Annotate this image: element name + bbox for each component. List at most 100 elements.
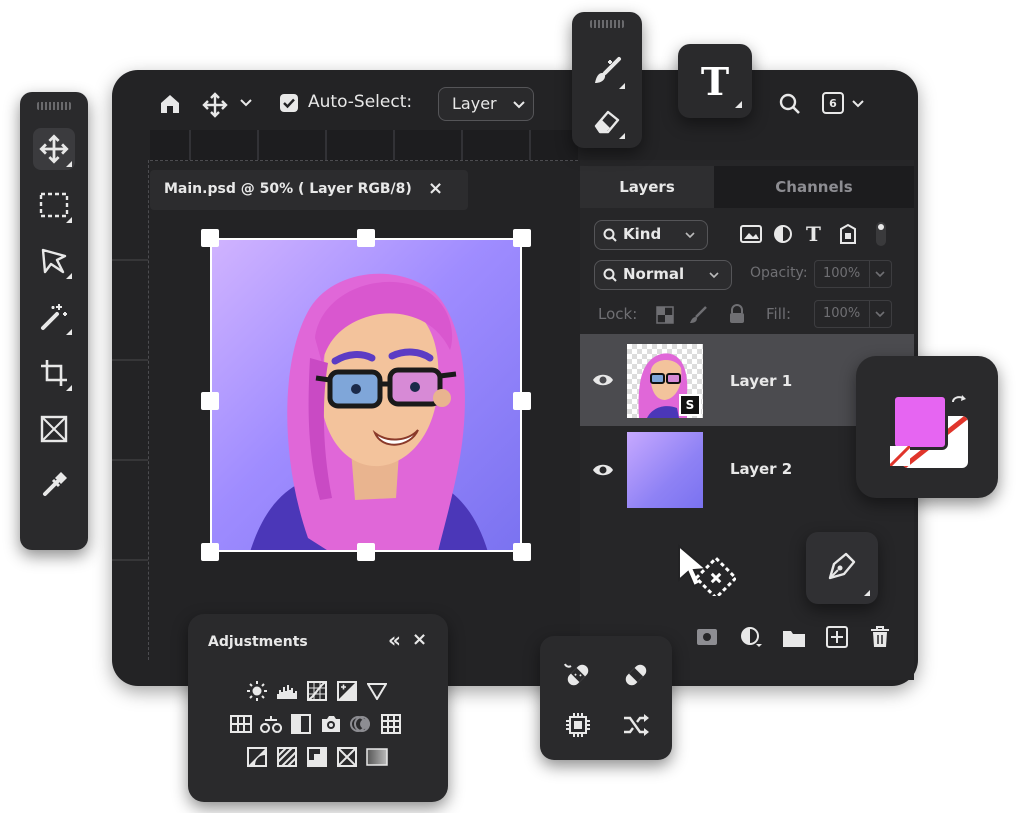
filter-pixel-icon[interactable]: [740, 224, 762, 244]
default-colors-icon[interactable]: [890, 446, 910, 466]
kind-filter-dropdown[interactable]: Kind: [594, 220, 708, 250]
posterize-icon[interactable]: [276, 746, 298, 768]
filter-adjustment-icon[interactable]: [773, 224, 793, 244]
healing-tools-panel: [540, 636, 672, 760]
swap-colors-icon[interactable]: [950, 394, 970, 414]
color-balance-icon[interactable]: [260, 713, 282, 735]
brightness-icon[interactable]: [246, 680, 268, 702]
transform-handle[interactable]: [357, 543, 375, 561]
blend-mode-dropdown[interactable]: Normal: [594, 260, 732, 290]
folder-icon[interactable]: [782, 628, 806, 648]
curves-icon[interactable]: [306, 680, 328, 702]
channel-mixer-icon[interactable]: [350, 713, 372, 735]
color-swatch-panel: [856, 356, 998, 498]
tab-layers-label: Layers: [619, 178, 675, 196]
tab-channels[interactable]: Channels: [714, 166, 914, 208]
marquee-tool[interactable]: [33, 184, 75, 226]
black-white-icon[interactable]: [290, 713, 312, 735]
move-tool-options-icon[interactable]: [202, 92, 228, 118]
gradient-map-icon[interactable]: [366, 746, 388, 768]
document-title: Main.psd @ 50% ( Layer RGB/8): [164, 181, 412, 197]
transform-handle[interactable]: [201, 392, 219, 410]
content-aware-tool[interactable]: [557, 704, 599, 746]
exposure-icon[interactable]: [336, 680, 358, 702]
workspace-switcher[interactable]: 6: [822, 92, 872, 116]
trash-icon[interactable]: [870, 626, 890, 648]
eye-icon[interactable]: [592, 462, 614, 478]
invert-icon[interactable]: [246, 746, 268, 768]
fill-value: 100%: [823, 306, 861, 321]
new-layer-icon[interactable]: [826, 626, 848, 648]
search-icon[interactable]: [778, 92, 802, 116]
eyedropper-tool[interactable]: [33, 464, 75, 506]
mask-icon[interactable]: [696, 628, 718, 646]
text-icon: T: [700, 58, 730, 104]
crop-tool[interactable]: [33, 352, 75, 394]
collapse-icon[interactable]: «: [388, 628, 401, 652]
text-tool-button[interactable]: T: [678, 44, 752, 118]
foreground-color-swatch[interactable]: [892, 394, 948, 450]
horizontal-ruler: [150, 130, 578, 161]
color-lookup-icon[interactable]: [380, 713, 402, 735]
lock-brush-icon[interactable]: [688, 305, 708, 325]
close-icon[interactable]: ×: [412, 629, 427, 650]
drag-handle[interactable]: [37, 102, 71, 110]
close-icon[interactable]: ×: [428, 178, 443, 199]
auto-select-checkbox[interactable]: [280, 94, 298, 112]
move-tool[interactable]: [33, 128, 75, 170]
lasso-tool[interactable]: [33, 240, 75, 282]
eyedropper-icon: [43, 472, 67, 496]
eye-icon[interactable]: [592, 372, 614, 388]
eraser-tool[interactable]: [586, 100, 628, 142]
transform-handle[interactable]: [513, 229, 531, 247]
filter-text-icon[interactable]: T: [806, 222, 821, 246]
brush-tool[interactable]: [586, 50, 628, 92]
fill-label: Fill:: [766, 305, 792, 323]
document-tab[interactable]: Main.psd @ 50% ( Layer RGB/8) ×: [150, 170, 468, 210]
magic-wand-tool[interactable]: [33, 296, 75, 338]
opacity-stepper[interactable]: [870, 260, 892, 288]
frame-tool[interactable]: [33, 408, 75, 450]
levels-icon[interactable]: [276, 680, 298, 702]
photo-filter-icon[interactable]: [320, 713, 342, 735]
options-bar: Auto-Select: Layer 6: [150, 84, 890, 124]
search-icon: [603, 228, 617, 242]
transform-handle[interactable]: [513, 392, 531, 410]
dropdown-value: Layer: [452, 94, 497, 113]
shuffle-icon: [624, 714, 649, 736]
threshold-icon[interactable]: [306, 746, 328, 768]
transform-bounding-box[interactable]: [210, 238, 522, 552]
vibrance-icon[interactable]: [366, 680, 388, 702]
transform-handle[interactable]: [513, 543, 531, 561]
home-icon[interactable]: [158, 92, 182, 116]
transform-handle[interactable]: [201, 543, 219, 561]
layer-name[interactable]: Layer 1: [730, 372, 792, 390]
bandage-icon: [625, 664, 647, 686]
spot-healing-tool[interactable]: [557, 654, 599, 696]
healing-brush-tool[interactable]: [615, 654, 657, 696]
filter-toggle[interactable]: [876, 222, 886, 246]
fill-field[interactable]: 100%: [814, 300, 870, 328]
healing-icon: [564, 663, 589, 686]
transform-handle[interactable]: [201, 229, 219, 247]
adjustment-layer-icon[interactable]: [740, 626, 762, 648]
transform-handle[interactable]: [357, 229, 375, 247]
layer-name[interactable]: Layer 2: [730, 460, 792, 478]
fill-stepper[interactable]: [870, 300, 892, 328]
opacity-field[interactable]: 100%: [814, 260, 870, 288]
drag-handle[interactable]: [590, 20, 624, 28]
lock-transparent-icon[interactable]: [656, 306, 674, 324]
auto-select-target-dropdown[interactable]: Layer: [438, 87, 534, 121]
layer-thumbnail: [627, 432, 703, 508]
opacity-label: Opacity:: [750, 265, 808, 281]
filter-shape-icon[interactable]: [838, 223, 858, 245]
tab-layers[interactable]: Layers: [580, 166, 714, 208]
selective-color-icon[interactable]: [336, 746, 358, 768]
chevron-down-icon[interactable]: [240, 98, 252, 108]
hue-saturation-icon[interactable]: [230, 713, 252, 735]
pen-tool-button[interactable]: [806, 532, 878, 604]
eraser-icon: [594, 110, 620, 134]
shuffle-tool[interactable]: [615, 704, 657, 746]
chip-icon: [566, 713, 590, 737]
lock-all-icon[interactable]: [728, 304, 746, 324]
